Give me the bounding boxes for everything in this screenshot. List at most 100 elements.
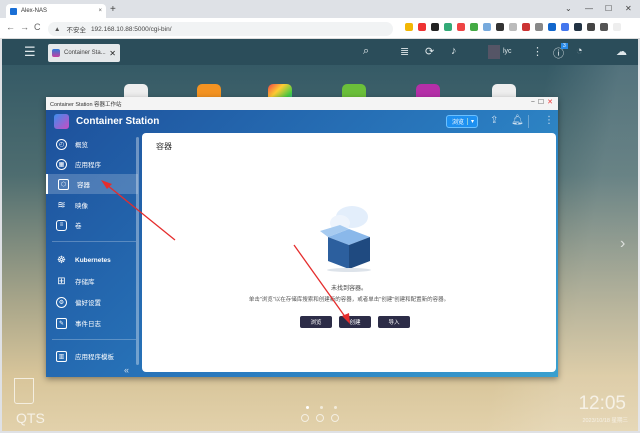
page-dot[interactable] bbox=[306, 406, 309, 409]
sidebar-item-label: 事件日志 bbox=[75, 321, 101, 328]
browse-dropdown-button[interactable]: 浏览 ▾ bbox=[446, 115, 478, 128]
profile-icon[interactable] bbox=[613, 23, 621, 31]
app-name: Container Station bbox=[76, 116, 160, 127]
avatar[interactable] bbox=[488, 45, 500, 59]
trash-icon[interactable] bbox=[14, 378, 34, 404]
log-icon: ✎ bbox=[56, 317, 67, 329]
maximize-button[interactable]: ☐ bbox=[605, 4, 612, 13]
clock-time: 12:05 bbox=[578, 393, 626, 414]
sidebar: ◴ 概览 ▦ 应用程序 ⬡ 容器 ≋ 映像 ≡ 卷 ☸ Kubernetes ⊞ 存储库 ⚙ 偏… bbox=[46, 133, 140, 377]
content-panel: 容器 未找到容器。 单击"浏览"以在存储库搜索和创建新的容器，或者单击"创建"创… bbox=[142, 133, 556, 372]
url-text: 192.168.10.88:5000/cgi-bin/ bbox=[90, 25, 172, 33]
create-button[interactable]: 创建 bbox=[339, 316, 371, 328]
sidebar-item-label: 映像 bbox=[75, 203, 88, 210]
favicon-icon bbox=[10, 7, 17, 15]
sidebar-item-event-log[interactable]: ✎ 事件日志 bbox=[46, 313, 138, 333]
empty-box-illustration bbox=[320, 206, 371, 272]
widget-icon[interactable] bbox=[331, 414, 339, 422]
extension-icon[interactable] bbox=[457, 23, 465, 31]
bell-icon[interactable]: 🔔︎ bbox=[511, 115, 524, 126]
close-button[interactable]: ✕ bbox=[625, 4, 632, 13]
gear-icon: ⚙ bbox=[56, 296, 67, 308]
tab-title: Alex-NAS bbox=[21, 8, 48, 14]
sidebar-item-containers[interactable]: ⬡ 容器 bbox=[46, 174, 138, 194]
sidebar-item-app-templates[interactable]: ▥ 应用程序模板 bbox=[46, 346, 138, 366]
page-dot[interactable] bbox=[334, 406, 337, 409]
sidebar-item-images[interactable]: ≋ 映像 bbox=[46, 195, 138, 215]
url-input[interactable]: ▲ 不安全 192.168.10.88:5000/cgi-bin/ bbox=[48, 22, 393, 36]
layers-icon: ≋ bbox=[57, 199, 66, 211]
window-controls[interactable]: −☐✕ bbox=[531, 98, 556, 106]
sidebar-item-volumes[interactable]: ≡ 卷 bbox=[46, 215, 138, 235]
more-icon[interactable]: ⋮ bbox=[532, 45, 543, 58]
sync-icon[interactable]: ⟳ bbox=[425, 45, 434, 58]
extension-icon[interactable] bbox=[483, 23, 491, 31]
dashboard-icon[interactable] bbox=[301, 414, 309, 422]
extension-icon[interactable] bbox=[405, 23, 413, 31]
extension-icon[interactable] bbox=[509, 23, 517, 31]
container-station-icon bbox=[52, 49, 60, 57]
nas-app-tab[interactable]: Container Sta... ✕ bbox=[48, 44, 120, 62]
extension-icon[interactable] bbox=[561, 23, 569, 31]
chevron-down-icon: ▾ bbox=[466, 118, 477, 125]
upload-icon[interactable]: ⇪ bbox=[490, 115, 498, 126]
next-page-icon[interactable]: › bbox=[620, 235, 625, 253]
sidebar-item-label: 偏好设置 bbox=[75, 300, 101, 307]
extension-icon[interactable] bbox=[574, 23, 582, 31]
sidebar-item-label: 存储库 bbox=[75, 279, 95, 286]
resource-monitor-icon[interactable]: ◔ bbox=[576, 45, 583, 57]
extension-icon[interactable] bbox=[548, 23, 556, 31]
insecure-label: 不安全 bbox=[66, 27, 86, 34]
page-title: 容器 bbox=[156, 142, 172, 151]
app-logo-icon bbox=[54, 114, 69, 129]
sidebar-item-apps[interactable]: ▦ 应用程序 bbox=[46, 154, 138, 174]
minimize-button[interactable]: — bbox=[585, 4, 593, 13]
dashboard-icon: ◴ bbox=[56, 138, 67, 150]
sidebar-item-label: 卷 bbox=[75, 223, 82, 230]
cloud-icon[interactable]: ☁ bbox=[616, 45, 627, 58]
new-tab-button[interactable]: + bbox=[110, 4, 116, 15]
import-button[interactable]: 导入 bbox=[378, 316, 410, 328]
extension-icon[interactable] bbox=[535, 23, 543, 31]
puzzle-icon[interactable] bbox=[587, 23, 595, 31]
sidebar-item-preferences[interactable]: ⚙ 偏好设置 bbox=[46, 292, 138, 312]
browse-button[interactable]: 浏览 bbox=[300, 316, 332, 328]
tasks-icon[interactable]: ≣ bbox=[400, 45, 409, 58]
extension-icon[interactable] bbox=[470, 23, 478, 31]
sidebar-item-label: 容器 bbox=[77, 182, 90, 189]
bell-icon[interactable]: ♪ bbox=[451, 45, 457, 57]
browse-label: 浏览 bbox=[452, 120, 465, 126]
sidebar-item-label: 概览 bbox=[75, 142, 88, 149]
more-icon[interactable]: ⋮ bbox=[544, 115, 554, 126]
extension-icon[interactable] bbox=[431, 23, 439, 31]
search-icon[interactable]: ⌕ bbox=[363, 45, 369, 58]
empty-state-description: 单击"浏览"以在存储库搜索和创建新的容器，或者单击"创建"创建和配置新的容器。 bbox=[248, 297, 450, 303]
extension-icon[interactable] bbox=[496, 23, 504, 31]
container-station-window: Container Station 容器工作站 −☐✕ Container St… bbox=[46, 97, 558, 377]
template-icon: ▥ bbox=[56, 350, 67, 362]
main-menu-icon[interactable]: ☰ bbox=[24, 44, 36, 60]
database-icon: ≡ bbox=[56, 219, 67, 231]
clock-date: 2023/10/18 星期三 bbox=[582, 418, 628, 424]
extension-icon[interactable] bbox=[418, 23, 426, 31]
extension-icon[interactable] bbox=[522, 23, 530, 31]
user-name[interactable]: lyc bbox=[503, 48, 512, 55]
close-tab-icon[interactable]: × bbox=[98, 8, 102, 14]
collapse-sidebar-button[interactable]: « bbox=[124, 365, 129, 375]
sidebar-item-overview[interactable]: ◴ 概览 bbox=[46, 134, 138, 154]
tab-search-button[interactable]: ⌄ bbox=[565, 4, 572, 13]
divider bbox=[528, 115, 529, 128]
page-dot[interactable] bbox=[320, 406, 323, 409]
sidebar-item-repositories[interactable]: ⊞ 存储库 bbox=[46, 271, 138, 291]
close-icon[interactable]: ✕ bbox=[109, 49, 116, 58]
sidebar-item-kubernetes[interactable]: ☸ Kubernetes bbox=[46, 250, 138, 270]
pin-icon[interactable] bbox=[316, 414, 324, 422]
browser-tab[interactable]: Alex-NAS × bbox=[6, 4, 106, 18]
nav-buttons[interactable]: ←→C bbox=[6, 22, 46, 32]
sidebar-scrollbar[interactable] bbox=[136, 137, 139, 365]
sidebar-icon[interactable] bbox=[600, 23, 608, 31]
extension-icon[interactable] bbox=[444, 23, 452, 31]
cube-icon: ⬡ bbox=[58, 178, 69, 190]
browser-tab-bar: Alex-NAS × + ⌄ — ☐ ✕ bbox=[0, 0, 640, 18]
sidebar-item-label: 应用程序模板 bbox=[75, 354, 114, 361]
